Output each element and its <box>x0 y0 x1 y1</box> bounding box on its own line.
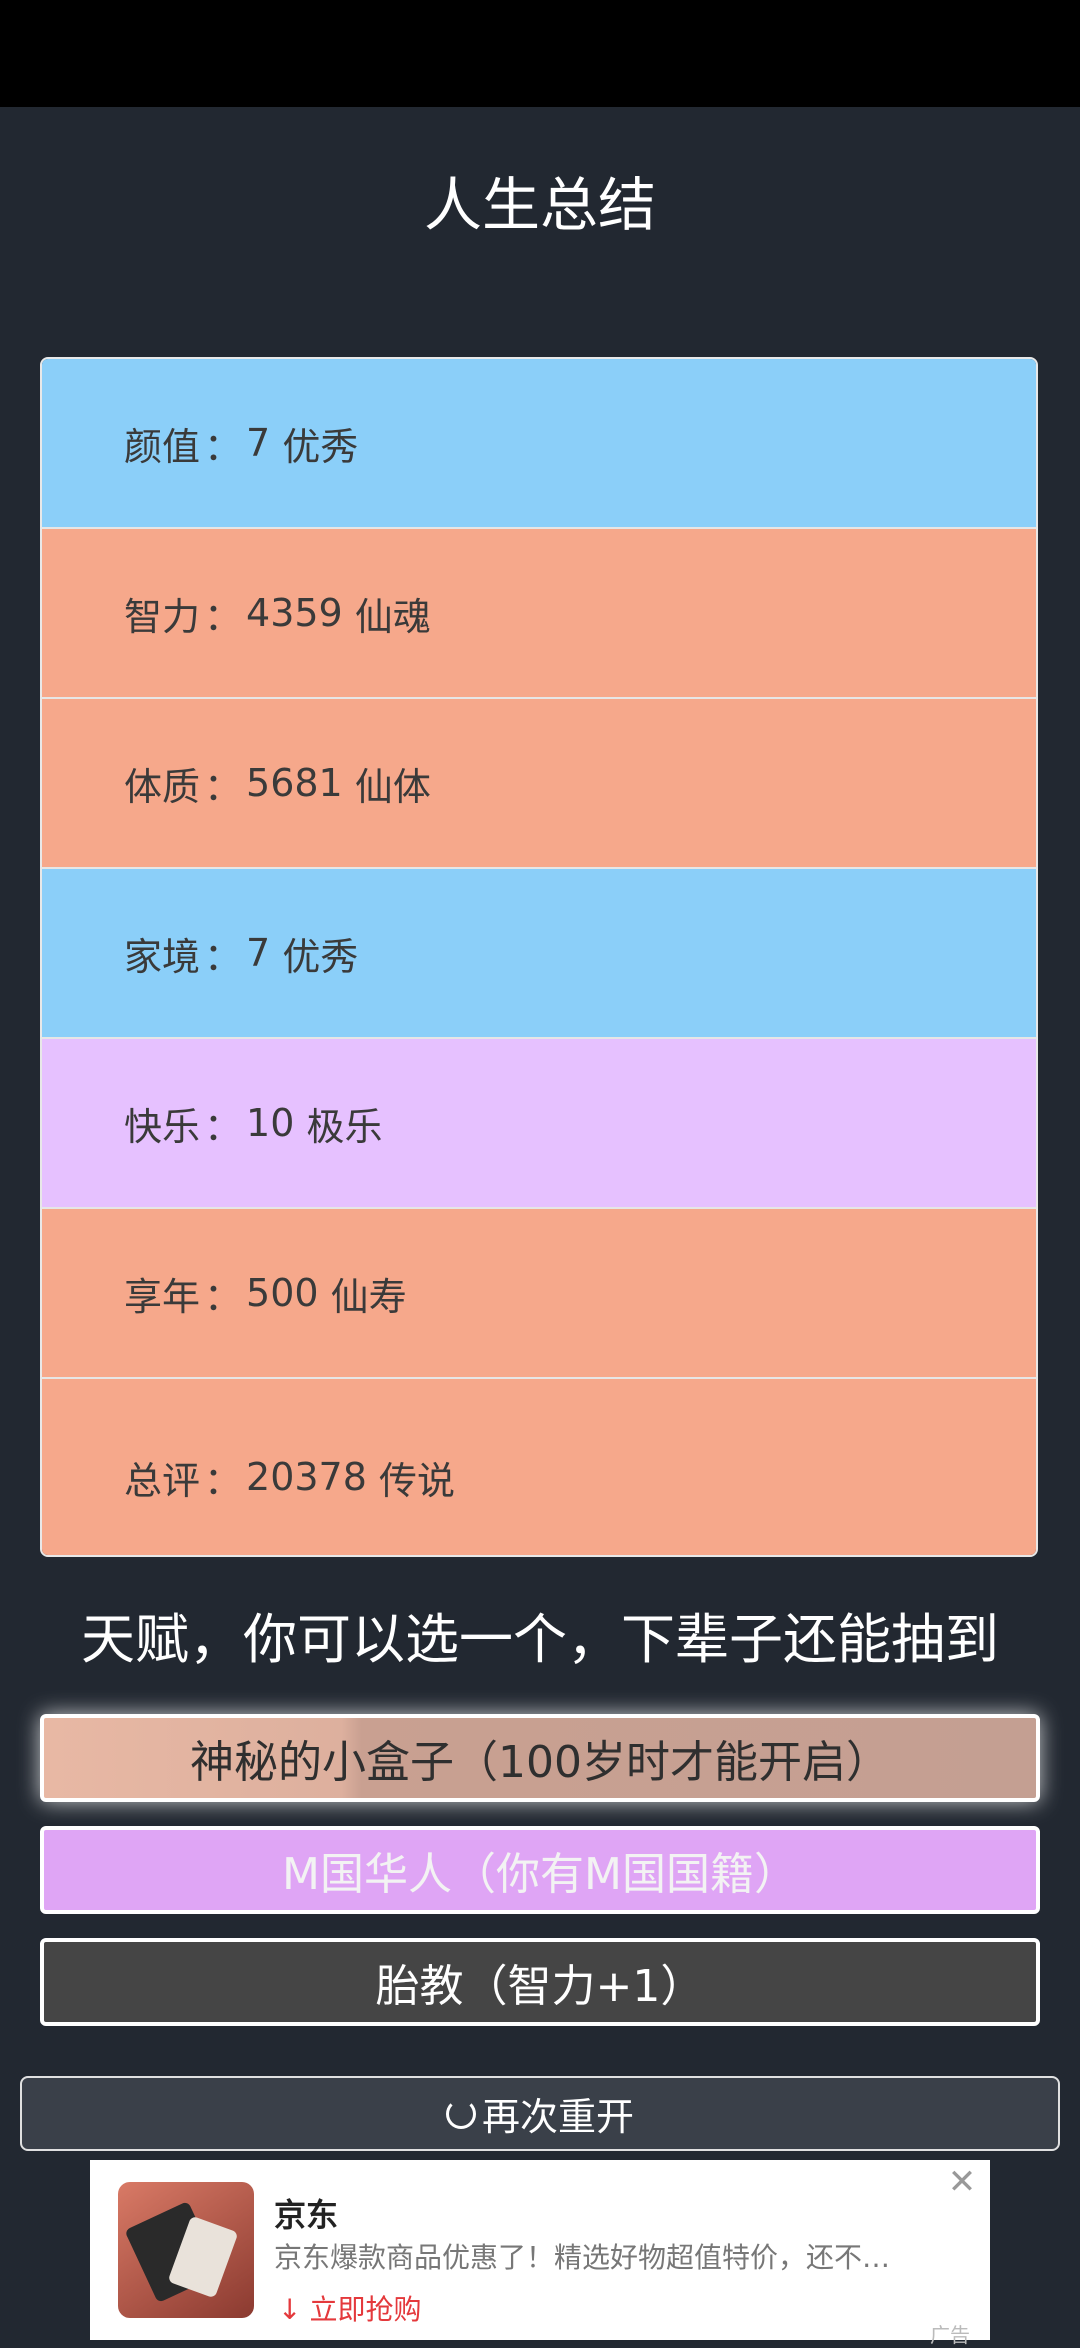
stat-separator: ： <box>204 1104 243 1149</box>
stat-label: 智力 <box>124 594 201 639</box>
stat-row-physique: 体质： 5681 仙体 <box>42 699 1036 869</box>
stat-grade: 优秀 <box>282 934 359 979</box>
stat-separator: ： <box>204 934 243 979</box>
stat-grade: 仙体 <box>354 764 431 809</box>
download-arrow-icon: ↓ <box>278 2293 302 2326</box>
close-icon[interactable]: ✕ <box>944 2164 980 2200</box>
stat-row-appearance: 颜值： 7 优秀 <box>42 359 1036 529</box>
stat-value: 10 <box>246 1101 295 1145</box>
stat-grade: 仙魂 <box>354 594 431 639</box>
restart-label: 再次重开 <box>481 2095 634 2139</box>
stats-table: 颜值： 7 优秀 智力： 4359 仙魂 体质： 5681 仙体 家境： 7 优秀 快乐… <box>40 357 1038 1557</box>
ad-tag: 广告 <box>930 2323 970 2347</box>
stat-value: 5681 <box>246 761 343 805</box>
talent-label: 神秘的小盒子（100岁时才能开启） <box>190 1737 890 1788</box>
stat-value: 20378 <box>246 1455 367 1499</box>
refresh-icon <box>445 2098 476 2129</box>
stat-separator: ： <box>204 764 243 809</box>
stat-separator: ： <box>204 424 243 469</box>
stat-label: 体质 <box>124 764 201 809</box>
talent-option-mystery-box[interactable]: 神秘的小盒子（100岁时才能开启） <box>40 1714 1040 1802</box>
page-title: 人生总结 <box>423 171 656 239</box>
stat-row-lifespan: 享年： 500 仙寿 <box>42 1209 1036 1379</box>
stat-value: 4359 <box>246 591 343 635</box>
talent-heading: 天赋，你可以选一个，下辈子还能抽到 <box>81 1608 999 1671</box>
stat-separator: ： <box>204 1274 243 1319</box>
stat-grade: 传说 <box>379 1458 456 1503</box>
stat-separator: ： <box>204 594 243 639</box>
talent-option-m-country[interactable]: M国华人（你有M国国籍） <box>40 1826 1040 1914</box>
stat-value: 7 <box>246 421 271 465</box>
ad-cta-link[interactable]: ↓ 立即抢购 <box>278 2288 421 2328</box>
stat-row-overall: 总评： 20378 传说 <box>42 1379 1036 1555</box>
stat-grade: 仙寿 <box>330 1274 407 1319</box>
talent-option-prenatal-education[interactable]: 胎教（智力+1） <box>40 1938 1040 2026</box>
status-bar <box>0 0 1080 107</box>
stat-grade: 极乐 <box>306 1104 383 1149</box>
stat-separator: ： <box>204 1458 243 1503</box>
stat-label: 享年 <box>124 1274 201 1319</box>
ad-brand: 京东 <box>274 2196 339 2234</box>
stat-label: 快乐 <box>124 1104 201 1149</box>
talent-label: M国华人（你有M国国籍） <box>282 1849 798 1900</box>
stat-grade: 优秀 <box>282 424 359 469</box>
talent-label: 胎教（智力+1） <box>375 1961 705 2012</box>
stat-label: 总评 <box>124 1458 201 1503</box>
stat-row-happiness: 快乐： 10 极乐 <box>42 1039 1036 1209</box>
ad-product-image[interactable] <box>118 2182 254 2318</box>
stat-row-intelligence: 智力： 4359 仙魂 <box>42 529 1036 699</box>
ad-cta-label: 立即抢购 <box>309 2293 422 2326</box>
restart-button[interactable]: 再次重开 <box>20 2076 1060 2151</box>
ad-description: 京东爆款商品优惠了！精选好物超值特价，还不… <box>274 2241 891 2274</box>
stat-label: 颜值 <box>124 424 201 469</box>
stat-value: 500 <box>246 1271 319 1315</box>
stat-label: 家境 <box>124 934 201 979</box>
stat-value: 7 <box>246 931 271 975</box>
ad-banner[interactable]: 京东 京东爆款商品优惠了！精选好物超值特价，还不… ↓ 立即抢购 ✕ 广告 <box>90 2160 990 2347</box>
stat-row-family: 家境： 7 优秀 <box>42 869 1036 1039</box>
